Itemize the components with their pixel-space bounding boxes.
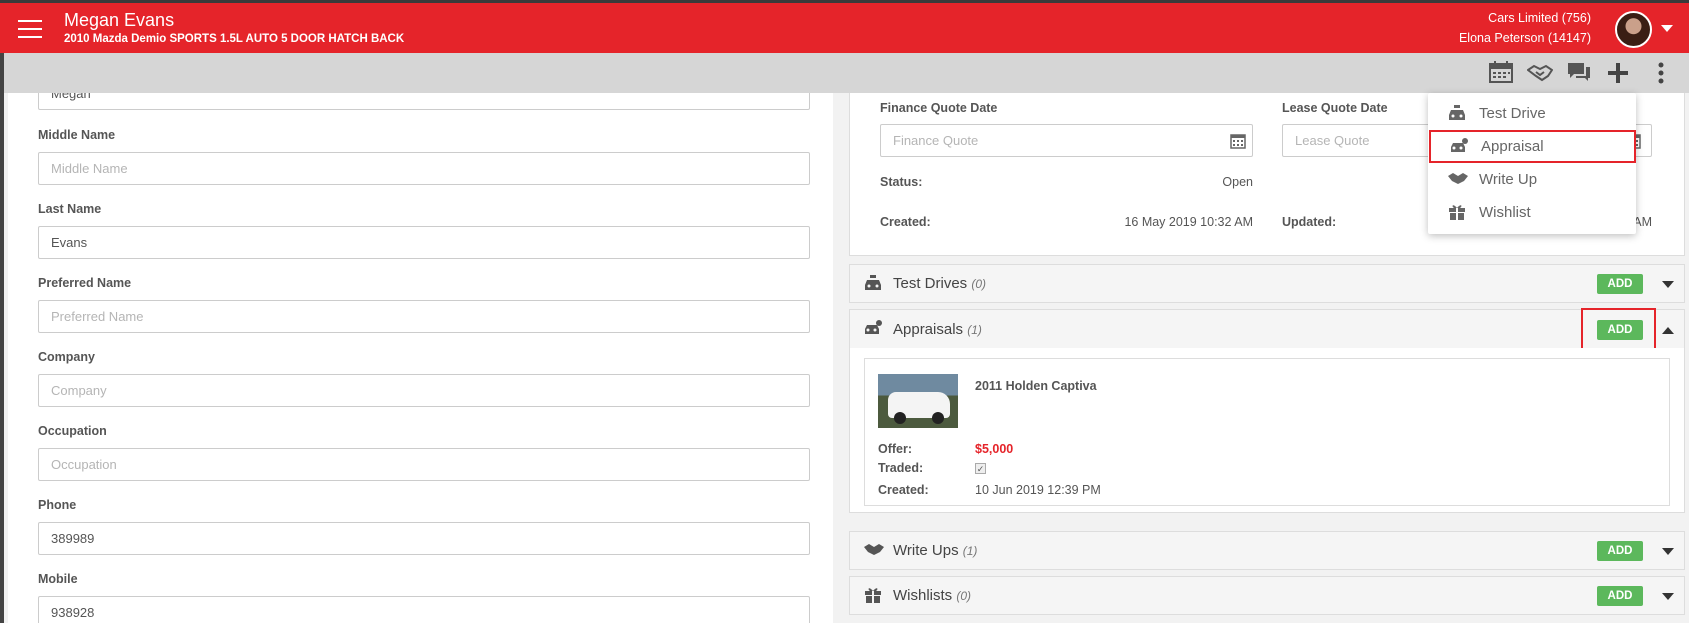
window-edge [0, 53, 4, 623]
menu-item-appraisal[interactable]: Appraisal [1429, 130, 1636, 163]
customer-name: Megan Evans [64, 10, 175, 30]
appraisals-title: Appraisals (1) [893, 321, 982, 338]
vehicle-photo [878, 374, 958, 428]
test-drives-title: Test Drives (0) [893, 275, 987, 292]
wishlists-section[interactable]: Wishlists (0) ADD [849, 576, 1685, 615]
test-drives-section[interactable]: Test Drives (0) ADD [849, 264, 1685, 303]
menu-icon[interactable] [18, 20, 42, 38]
chevron-down-icon[interactable] [1661, 25, 1673, 32]
appraisals-section[interactable]: Appraisals (1) ADD [849, 309, 1685, 349]
appraisal-card[interactable]: 2011 Holden Captiva Offer: $5,000 Traded… [864, 358, 1670, 506]
chat-icon[interactable] [1566, 61, 1592, 85]
toolbar [4, 53, 1689, 93]
add-write-up-button[interactable]: ADD [1597, 541, 1643, 561]
car-icon [864, 274, 882, 297]
company-field[interactable] [38, 374, 810, 407]
offer-value: $5,000 [975, 442, 1014, 456]
appraisal-created-value: 10 Jun 2019 12:39 PM [975, 483, 1101, 497]
app-header: Megan Evans 2010 Mazda Demio SPORTS 1.5L… [0, 0, 1689, 53]
appraisal-car-icon [864, 319, 882, 342]
mobile-field[interactable] [38, 596, 810, 623]
menu-item-write-up[interactable]: Write Up [1428, 163, 1636, 196]
plus-icon[interactable] [1605, 61, 1631, 85]
phone-label: Phone [38, 498, 77, 512]
add-appraisal-highlight [1581, 308, 1656, 350]
finance-quote-field[interactable] [880, 124, 1253, 157]
car-icon [1448, 104, 1466, 127]
last-name-label: Last Name [38, 202, 102, 216]
add-wishlist-button[interactable]: ADD [1597, 586, 1643, 606]
user-name[interactable]: Elona Peterson (14147) [1459, 31, 1591, 45]
menu-item-label: Write Up [1479, 171, 1538, 188]
add-test-drive-button[interactable]: ADD [1597, 274, 1643, 294]
occupation-field[interactable] [38, 448, 810, 481]
occupation-label: Occupation [38, 424, 107, 438]
traded-label: Traded: [878, 461, 924, 475]
appraisal-created-label: Created: [878, 483, 929, 497]
add-menu-dropdown: Test Drive Appraisal Write Up Wishlist [1428, 93, 1636, 234]
preferred-name-field[interactable] [38, 300, 810, 333]
wishlists-title: Wishlists (0) [893, 587, 972, 604]
gift-icon [864, 586, 882, 609]
appraisal-car-icon [1450, 137, 1468, 160]
gift-icon [1448, 203, 1466, 226]
write-ups-section[interactable]: Write Ups (1) ADD [849, 531, 1685, 570]
first-name-field[interactable] [38, 93, 810, 110]
handshake-icon[interactable] [1526, 61, 1554, 85]
calendar-icon[interactable] [1230, 133, 1246, 149]
handshake-icon [864, 541, 884, 564]
customer-vehicle: 2010 Mazda Demio SPORTS 1.5L AUTO 5 DOOR… [64, 33, 405, 45]
menu-item-label: Test Drive [1479, 105, 1546, 122]
preferred-name-label: Preferred Name [38, 276, 132, 290]
menu-item-label: Wishlist [1479, 204, 1531, 221]
calendar-icon[interactable] [1488, 61, 1514, 85]
chevron-up-icon[interactable] [1662, 327, 1674, 334]
updated-label: Updated: [1282, 215, 1337, 229]
last-name-field[interactable] [38, 226, 810, 259]
more-vertical-icon[interactable] [1655, 61, 1667, 85]
avatar[interactable] [1615, 11, 1652, 48]
dealer-name[interactable]: Cars Limited (756) [1488, 11, 1591, 25]
handshake-icon [1448, 170, 1468, 193]
created-value: 16 May 2019 10:32 AM [1124, 215, 1253, 229]
middle-name-label: Middle Name [38, 128, 116, 142]
mobile-label: Mobile [38, 572, 78, 586]
middle-name-field[interactable] [38, 152, 810, 185]
chevron-down-icon[interactable] [1662, 548, 1674, 555]
appraisals-list: 2011 Holden Captiva Offer: $5,000 Traded… [849, 348, 1685, 513]
created-label: Created: [880, 215, 931, 229]
customer-form: Middle Name Last Name Preferred Name Com… [8, 93, 833, 623]
phone-field[interactable] [38, 522, 810, 555]
chevron-down-icon[interactable] [1662, 281, 1674, 288]
company-label: Company [38, 350, 95, 364]
status-label: Status: [880, 175, 923, 189]
finance-quote-label: Finance Quote Date [880, 101, 998, 115]
status-value: Open [1222, 175, 1253, 189]
write-ups-title: Write Ups (1) [893, 542, 978, 559]
menu-item-label: Appraisal [1481, 138, 1544, 155]
lease-quote-label: Lease Quote Date [1282, 101, 1388, 115]
menu-item-test-drive[interactable]: Test Drive [1428, 97, 1636, 130]
appraisal-vehicle-title[interactable]: 2011 Holden Captiva [975, 379, 1097, 393]
chevron-down-icon[interactable] [1662, 593, 1674, 600]
offer-label: Offer: [878, 442, 913, 456]
menu-item-wishlist[interactable]: Wishlist [1428, 196, 1636, 229]
traded-checkbox[interactable]: ✓ [975, 463, 986, 474]
